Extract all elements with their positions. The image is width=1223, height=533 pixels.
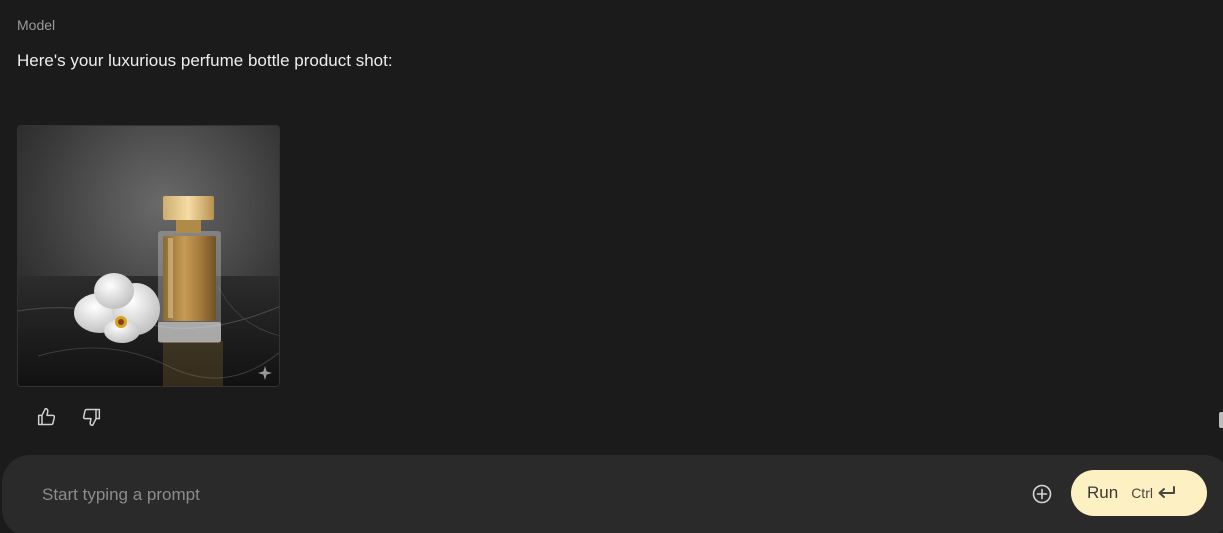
dislike-button[interactable]: [80, 406, 102, 428]
add-circle-icon: [1032, 484, 1052, 504]
model-response-text: Here's your luxurious perfume bottle pro…: [17, 51, 393, 70]
run-button-label: Run: [1087, 483, 1119, 502]
message-role-label: Model: [17, 17, 56, 33]
thumbs-down-icon: [82, 408, 101, 427]
scrollbar-thumb[interactable]: [1219, 412, 1223, 428]
add-media-button[interactable]: [1031, 483, 1053, 505]
perfume-product-image: [18, 126, 279, 386]
prompt-input[interactable]: [42, 483, 982, 507]
chat-page: Model Here's your luxurious perfume bott…: [0, 0, 1223, 533]
shortcut-ctrl-label: Ctrl: [1131, 485, 1153, 501]
enter-key-icon: [1158, 486, 1175, 498]
run-button[interactable]: Run Ctrl: [1071, 470, 1207, 516]
prompt-bar: Run Ctrl: [2, 455, 1223, 533]
like-button[interactable]: [36, 406, 58, 428]
thumbs-up-icon: [37, 407, 56, 426]
run-shortcut: Ctrl: [1131, 485, 1176, 501]
feedback-controls: [36, 406, 102, 428]
generated-image[interactable]: [17, 125, 280, 387]
sparkle-icon: [258, 366, 272, 380]
